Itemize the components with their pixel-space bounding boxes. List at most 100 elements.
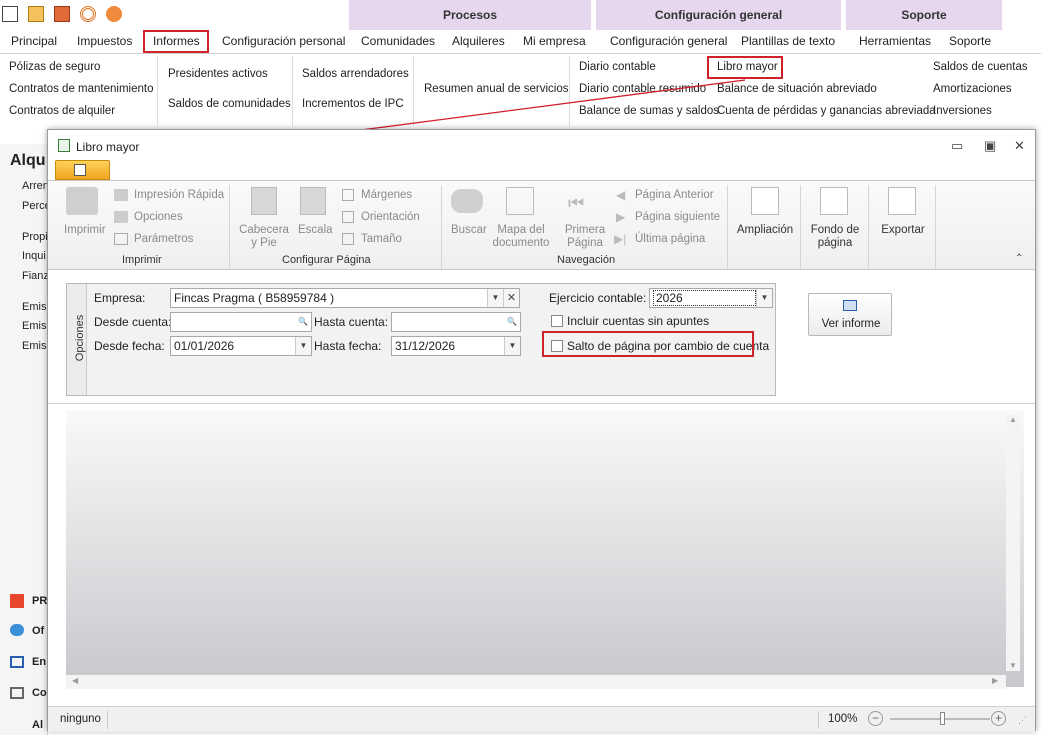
ejercicio-value: 2026 [653,290,756,306]
page-background-icon [820,187,848,215]
divider [818,711,819,729]
search-icon[interactable]: 🔍 [295,313,311,331]
libro-mayor-window: Libro mayor ▭ ▣ ✕ Imprimir Impresión Ráp… [47,129,1036,732]
window-titlebar: Libro mayor ▭ ▣ ✕ [48,130,1035,160]
incluir-cuentas-checkbox[interactable] [551,315,563,327]
close-icon[interactable]: ✕ [1014,138,1025,154]
divider [107,711,108,729]
divider [868,185,869,269]
ejercicio-label: Ejercicio contable: [549,291,647,305]
hasta-fecha-field[interactable]: 31/12/2026 ▼ [391,336,521,356]
zoom-button[interactable]: Ampliación [734,224,796,236]
divider [229,185,230,269]
desde-fecha-label: Desde fecha: [94,339,165,353]
group-imprimir-label: Imprimir [122,254,162,266]
printer-icon [66,187,98,215]
quick-print-icon [114,189,128,201]
minimize-icon[interactable]: ▭ [951,138,963,154]
group-nav-label: Navegación [557,254,616,266]
ledger-icon [58,139,70,152]
first-page-icon: ⏮ [568,193,585,213]
options-side-label: Opciones [74,314,87,362]
window-title: Libro mayor [76,140,140,154]
zoom-slider-thumb[interactable] [940,712,945,725]
scroll-up-icon[interactable]: ▲ [1009,415,1017,424]
highlight-salto-pagina [542,331,754,357]
ver-informe-button[interactable]: Ver informe [808,293,892,336]
first-page-button[interactable]: Primera Página [560,224,610,250]
restore-icon[interactable]: ▣ [984,138,996,154]
parameters-icon [114,233,128,245]
chevron-down-icon[interactable]: ▼ [487,289,503,307]
margins-button[interactable]: Márgenes [361,189,412,201]
margins-icon [342,189,354,201]
status-text: ninguno [60,713,101,725]
divider [48,403,1035,404]
size-icon [342,233,354,245]
export-button[interactable]: Exportar [872,224,934,236]
scale-icon [300,187,326,215]
prev-page-button[interactable]: Página Anterior [635,189,714,201]
scroll-left-icon[interactable]: ◀ [72,676,78,685]
scale-button[interactable]: Escala [298,224,333,236]
app-menu-button[interactable] [55,160,110,180]
quick-print-button[interactable]: Impresión Rápida [134,189,224,201]
desde-cuenta-label: Desde cuenta: [94,315,172,329]
book-icon [843,300,857,311]
next-page-button[interactable]: Página siguiente [635,211,720,223]
orientation-button[interactable]: Orientación [361,211,420,223]
divider [800,185,801,269]
prev-page-icon: ◀ [616,188,626,202]
last-page-button[interactable]: Última página [635,233,705,245]
hasta-fecha-value: 31/12/2026 [395,339,456,353]
desde-fecha-value: 01/01/2026 [174,339,235,353]
divider [441,185,442,269]
collapse-ribbon-icon[interactable]: ⌃ [1015,253,1023,264]
desde-cuenta-field[interactable]: 🔍 [170,312,312,332]
incluir-cuentas-label[interactable]: Incluir cuentas sin apuntes [567,314,709,328]
empresa-select[interactable]: Fincas Pragma ( B58959784 ) ▼ ✕ [170,288,520,308]
vertical-scrollbar[interactable]: ▲ ▼ [1006,415,1020,671]
status-bar: ninguno 100% − + ⋰ [48,706,1035,732]
resize-grip-icon[interactable]: ⋰ [1018,715,1027,726]
document-map-icon [506,187,534,215]
export-icon [888,187,916,215]
options-side-tab: Opciones [67,284,87,395]
parameters-button[interactable]: Parámetros [134,233,193,245]
scroll-down-icon[interactable]: ▼ [1009,661,1017,670]
divider [935,185,936,269]
size-button[interactable]: Tamaño [361,233,402,245]
options-icon [114,211,128,223]
chevron-down-icon[interactable]: ▼ [295,337,311,355]
print-button[interactable]: Imprimir [64,224,106,236]
hasta-cuenta-field[interactable]: 🔍 [391,312,521,332]
desde-fecha-field[interactable]: 01/01/2026 ▼ [170,336,312,356]
group-config-label: Configurar Página [282,254,371,266]
search-icon[interactable]: 🔍 [504,313,520,331]
page-background-button[interactable]: Fondo de página [804,224,866,250]
divider [727,185,728,269]
empresa-value: Fincas Pragma ( B58959784 ) [174,291,335,305]
horizontal-scrollbar[interactable]: ◀ ▶ [66,675,1006,689]
header-footer-button[interactable]: Cabecera y Pie [238,224,290,250]
document-map-button[interactable]: Mapa del documento [490,224,552,250]
zoom-in-icon[interactable]: + [991,711,1006,726]
last-page-icon: ▶| [614,232,627,246]
chevron-down-icon[interactable]: ▼ [504,337,520,355]
options-button[interactable]: Opciones [134,211,183,223]
menu-document-icon [74,164,86,176]
zoom-icon [751,187,779,215]
search-icon [451,189,483,213]
clear-icon[interactable]: ✕ [503,289,519,307]
orientation-icon [342,211,354,223]
ejercicio-select[interactable]: 2026 ▼ [649,288,773,308]
scroll-right-icon[interactable]: ▶ [992,676,998,685]
options-panel: Opciones Empresa: Fincas Pragma ( B58959… [66,283,776,396]
ver-informe-label: Ver informe [821,318,881,330]
chevron-down-icon[interactable]: ▼ [756,289,772,307]
search-button[interactable]: Buscar [451,224,487,236]
zoom-level: 100% [828,713,858,725]
hasta-cuenta-label: Hasta cuenta: [314,315,389,329]
zoom-out-icon[interactable]: − [868,711,883,726]
print-ribbon: Imprimir Impresión Rápida Opciones Parám… [48,180,1035,270]
